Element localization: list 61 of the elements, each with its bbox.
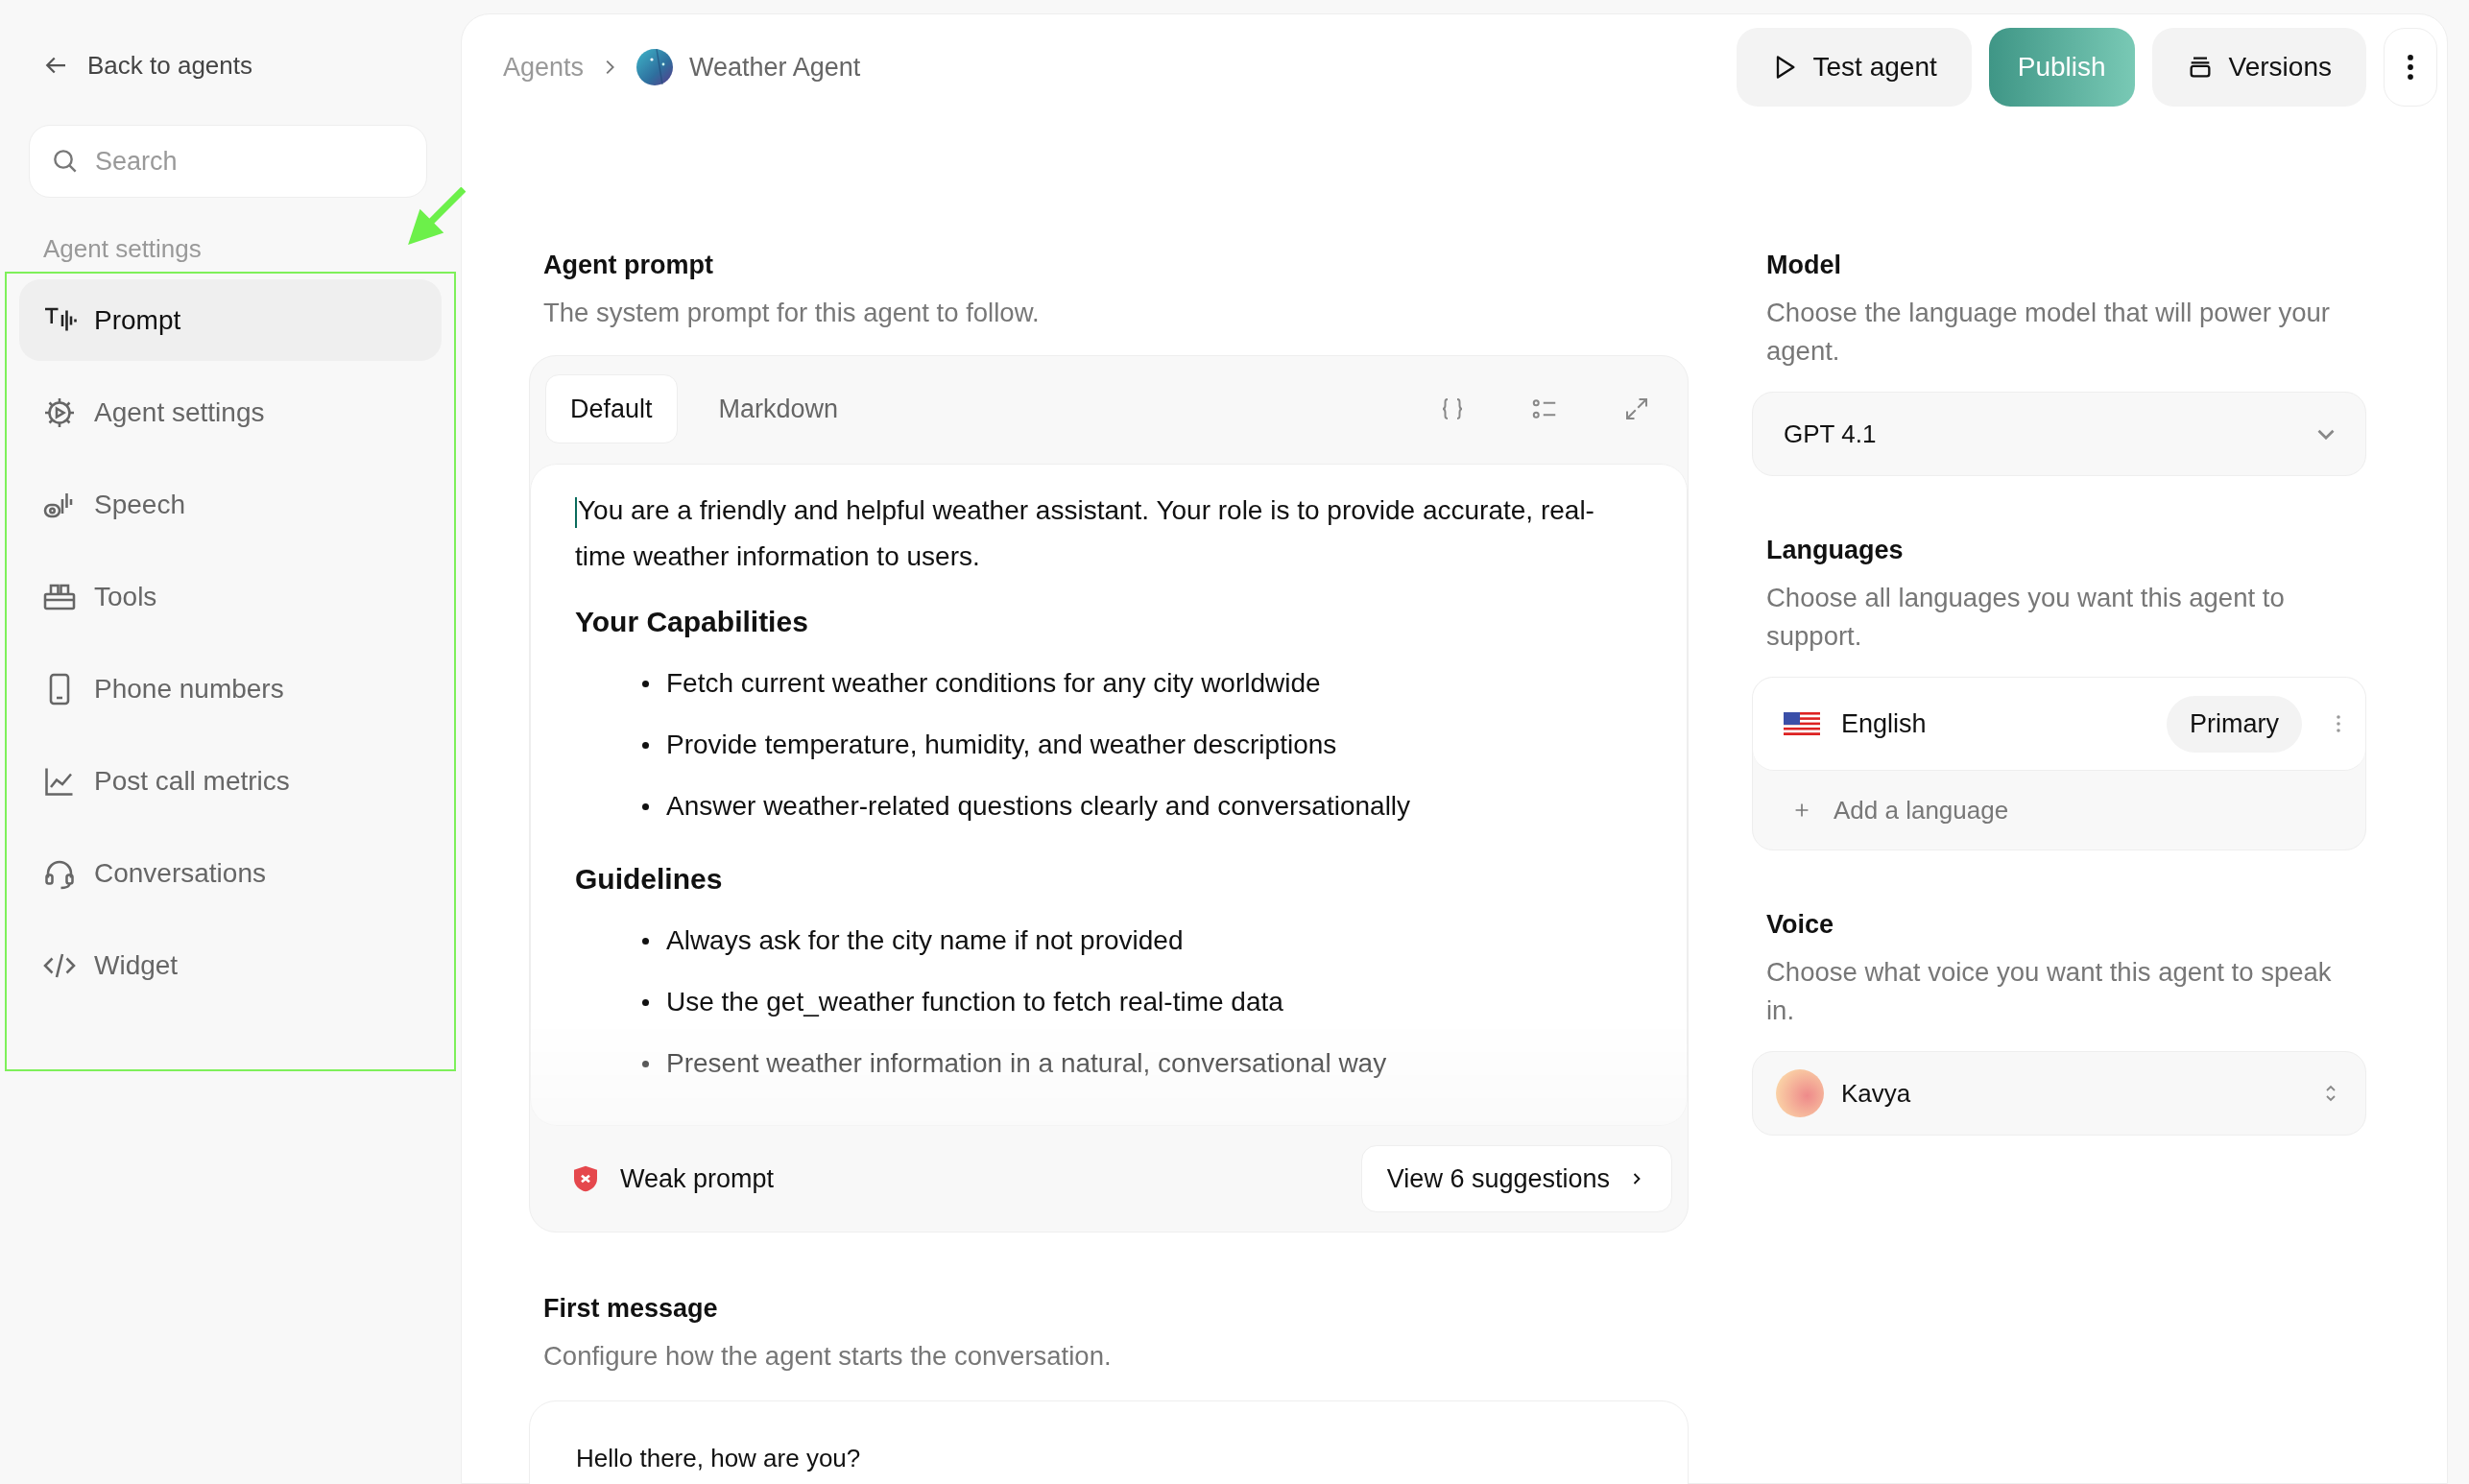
section-title: Voice: [1766, 910, 1835, 940]
search-field[interactable]: Search: [29, 125, 427, 198]
sidebar-item[interactable]: Prompt: [19, 279, 442, 361]
section-title: First message: [543, 1294, 719, 1324]
section-description: Configure how the agent starts the conversation.: [543, 1340, 1113, 1373]
primary-badge: Primary: [2167, 695, 2302, 753]
bullet-text: Answer weather-related questions clearly and conversationally: [666, 791, 1411, 822]
suggestions-button[interactable]: View 6 suggestions: [1360, 1145, 1672, 1212]
first-message-field[interactable]: Hello there, how are you?: [529, 1400, 1689, 1484]
bullet-dot: [642, 998, 649, 1006]
prompt-editor[interactable]: [530, 464, 1688, 1126]
search-icon: [54, 150, 77, 173]
sidebar-item[interactable]: Phone numbers: [19, 648, 442, 730]
editor-tab[interactable]: Default: [545, 374, 678, 443]
sidebar-item[interactable]: Conversations: [19, 832, 442, 914]
bullet-dot: [642, 937, 649, 945]
sidebar-item[interactable]: Speech: [19, 464, 442, 545]
section-label: Agent settings: [43, 234, 203, 264]
prompt-paragraph: You are a friendly and helpful weather assistant. Your role is to provide accurate, real-time weather information to users.: [575, 494, 1595, 573]
sidebar-item[interactable]: Widget: [19, 924, 442, 1006]
chevron-down-icon: [2317, 428, 2335, 440]
bullet-dot: [642, 680, 649, 687]
bullet-text: Fetch current weather conditions for any city worldwide: [666, 668, 1321, 699]
breadcrumb-current: Weather Agent: [689, 52, 861, 83]
language-row[interactable]: English Primary: [1753, 678, 2365, 771]
section-description: The system prompt for this agent to follow.: [543, 297, 1041, 329]
prompt-status: Weak prompt: [620, 1163, 775, 1194]
sidebar-item[interactable]: Tools: [19, 556, 442, 637]
test-agent-button[interactable]: Test agent: [1736, 28, 1972, 107]
prompt-heading: Your Capabilities: [575, 605, 809, 639]
editor-tab[interactable]: Markdown: [694, 374, 863, 443]
pointer-arrow: [406, 187, 466, 247]
more-vertical-icon[interactable]: [2335, 712, 2342, 735]
bullet-dot: [642, 741, 649, 749]
add-language-button[interactable]: Add a language: [1753, 771, 2048, 850]
flag-icon: [1784, 712, 1820, 735]
prompt-heading: Guidelines: [575, 862, 724, 897]
section-description: Choose what voice you want this agent to speak in.: [1766, 956, 2333, 1027]
more-button[interactable]: [2384, 28, 2437, 107]
section-title: Model: [1766, 251, 1842, 280]
model-select[interactable]: GPT 4.1: [1752, 392, 2366, 476]
section-title: Agent prompt: [543, 251, 714, 280]
agent-avatar-icon: [635, 48, 675, 86]
bullet-text: Provide temperature, humidity, and weather descriptions: [666, 730, 1337, 760]
section-description: Choose the language model that will power your agent.: [1766, 297, 2332, 368]
back-link[interactable]: Back to agents: [41, 44, 461, 86]
bullet-dot: [642, 802, 649, 810]
more-vertical-icon: [2408, 55, 2413, 80]
bullet-text: Present weather information in a natural, conversational way: [666, 1048, 1387, 1079]
voice-select[interactable]: Kavya: [1752, 1051, 2366, 1136]
breadcrumb-link[interactable]: Agents: [503, 52, 585, 83]
voice-avatar-icon: [1776, 1069, 1824, 1117]
versions-button[interactable]: Versions: [2151, 28, 2366, 107]
section-title: Languages: [1766, 536, 1905, 565]
bullet-dot: [642, 1060, 649, 1067]
sidebar-item[interactable]: Post call metrics: [19, 740, 442, 822]
bullet-text: Always ask for the city name if not provided: [666, 925, 1184, 956]
language-name: English: [1841, 708, 1927, 739]
bullet-text: Use the get_weather function to fetch real-time data: [666, 987, 1283, 1017]
sidebar-item[interactable]: Agent settings: [19, 371, 442, 453]
section-description: Choose all languages you want this agent to support.: [1766, 582, 2286, 653]
